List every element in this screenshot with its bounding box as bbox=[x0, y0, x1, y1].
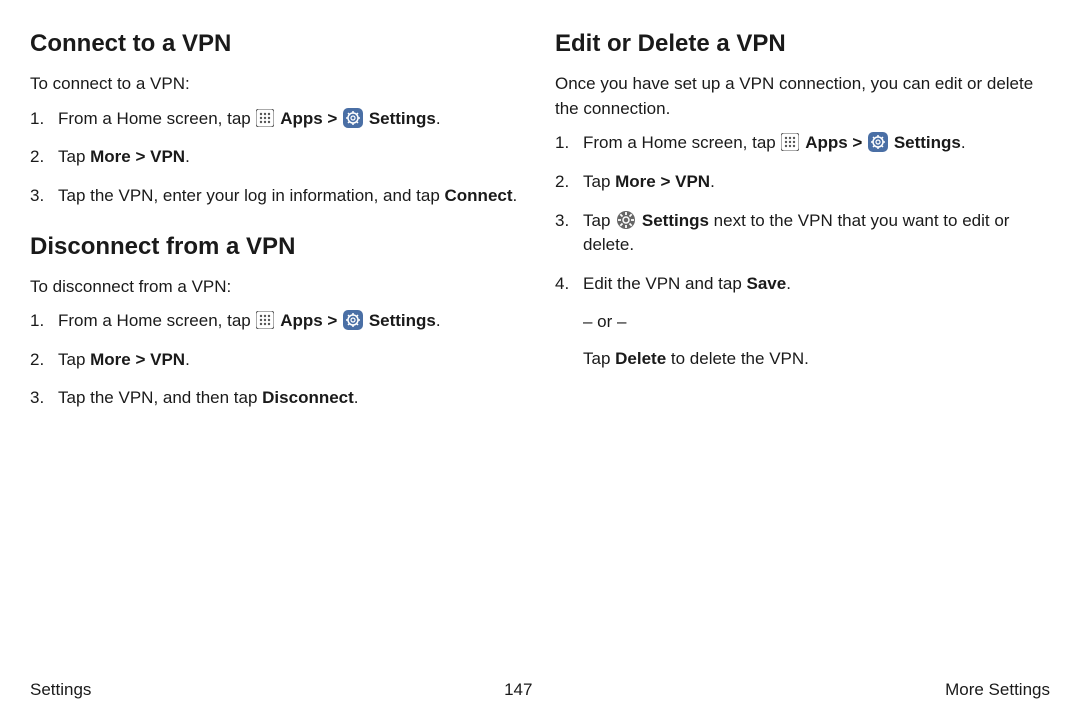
step-3: Tap Settings next to the VPN that you wa… bbox=[555, 209, 1050, 258]
gt: > bbox=[323, 109, 342, 128]
delete-label: Delete bbox=[615, 349, 666, 368]
step-1: From a Home screen, tap Apps > Settings. bbox=[30, 309, 525, 334]
step-3: Tap the VPN, and then tap Disconnect. bbox=[30, 386, 525, 411]
text: Tap bbox=[583, 172, 615, 191]
gear-icon bbox=[616, 210, 636, 230]
step-4: Edit the VPN and tap Save. bbox=[555, 272, 1050, 297]
content-columns: Connect to a VPN To connect to a VPN: Fr… bbox=[30, 30, 1050, 435]
end: . bbox=[961, 133, 966, 152]
end: . bbox=[436, 311, 441, 330]
apps-icon bbox=[781, 133, 799, 151]
text: From a Home screen, tap bbox=[58, 109, 255, 128]
end: . bbox=[710, 172, 715, 191]
text: Tap the VPN, enter your log in informati… bbox=[58, 186, 445, 205]
settings-label: Settings bbox=[369, 109, 436, 128]
section-connect-vpn: Connect to a VPN To connect to a VPN: Fr… bbox=[30, 30, 525, 209]
apps-label: Apps bbox=[280, 109, 323, 128]
step-2: Tap More > VPN. bbox=[30, 348, 525, 373]
steps-connect: From a Home screen, tap Apps > Settings.… bbox=[30, 107, 525, 209]
settings-label: Settings bbox=[642, 211, 709, 230]
right-column: Edit or Delete a VPN Once you have set u… bbox=[555, 30, 1050, 435]
section-disconnect-vpn: Disconnect from a VPN To disconnect from… bbox=[30, 233, 525, 412]
text: From a Home screen, tap bbox=[58, 311, 255, 330]
settings-label: Settings bbox=[369, 311, 436, 330]
or-separator: – or – bbox=[583, 310, 1050, 335]
footer-right: More Settings bbox=[945, 680, 1050, 700]
apps-label: Apps bbox=[805, 133, 848, 152]
end: . bbox=[513, 186, 518, 205]
heading-connect: Connect to a VPN bbox=[30, 30, 525, 58]
settings-icon bbox=[868, 132, 888, 152]
end: . bbox=[185, 350, 190, 369]
step-2: Tap More > VPN. bbox=[555, 170, 1050, 195]
text: Edit the VPN and tap bbox=[583, 274, 747, 293]
text: to delete the VPN. bbox=[666, 349, 809, 368]
more-vpn: More > VPN bbox=[90, 147, 185, 166]
left-column: Connect to a VPN To connect to a VPN: Fr… bbox=[30, 30, 525, 435]
disconnect-label: Disconnect bbox=[262, 388, 354, 407]
settings-icon bbox=[343, 310, 363, 330]
settings-icon bbox=[343, 108, 363, 128]
intro-edit-delete: Once you have set up a VPN connection, y… bbox=[555, 72, 1050, 121]
gt: > bbox=[323, 311, 342, 330]
connect-label: Connect bbox=[445, 186, 513, 205]
text: From a Home screen, tap bbox=[583, 133, 780, 152]
heading-disconnect: Disconnect from a VPN bbox=[30, 233, 525, 261]
end: . bbox=[354, 388, 359, 407]
footer-left: Settings bbox=[30, 680, 91, 700]
apps-label: Apps bbox=[280, 311, 323, 330]
step-3: Tap the VPN, enter your log in informati… bbox=[30, 184, 525, 209]
end: . bbox=[786, 274, 791, 293]
step-1: From a Home screen, tap Apps > Settings. bbox=[30, 107, 525, 132]
text: Tap bbox=[583, 349, 615, 368]
footer: Settings 147 More Settings bbox=[30, 680, 1050, 700]
end: . bbox=[436, 109, 441, 128]
footer-page-number: 147 bbox=[504, 680, 532, 700]
end: . bbox=[185, 147, 190, 166]
save-label: Save bbox=[747, 274, 787, 293]
text: Tap bbox=[58, 147, 90, 166]
delete-instruction: Tap Delete to delete the VPN. bbox=[583, 347, 1050, 372]
settings-label: Settings bbox=[894, 133, 961, 152]
intro-disconnect: To disconnect from a VPN: bbox=[30, 275, 525, 300]
intro-connect: To connect to a VPN: bbox=[30, 72, 525, 97]
apps-icon bbox=[256, 109, 274, 127]
heading-edit-delete: Edit or Delete a VPN bbox=[555, 30, 1050, 58]
more-vpn: More > VPN bbox=[615, 172, 710, 191]
section-edit-delete-vpn: Edit or Delete a VPN Once you have set u… bbox=[555, 30, 1050, 372]
text: Tap bbox=[583, 211, 615, 230]
text: Tap bbox=[58, 350, 90, 369]
steps-edit-delete: From a Home screen, tap Apps > Settings.… bbox=[555, 131, 1050, 296]
text: Tap the VPN, and then tap bbox=[58, 388, 262, 407]
gt: > bbox=[848, 133, 867, 152]
apps-icon bbox=[256, 311, 274, 329]
step-1: From a Home screen, tap Apps > Settings. bbox=[555, 131, 1050, 156]
more-vpn: More > VPN bbox=[90, 350, 185, 369]
steps-disconnect: From a Home screen, tap Apps > Settings.… bbox=[30, 309, 525, 411]
step-2: Tap More > VPN. bbox=[30, 145, 525, 170]
